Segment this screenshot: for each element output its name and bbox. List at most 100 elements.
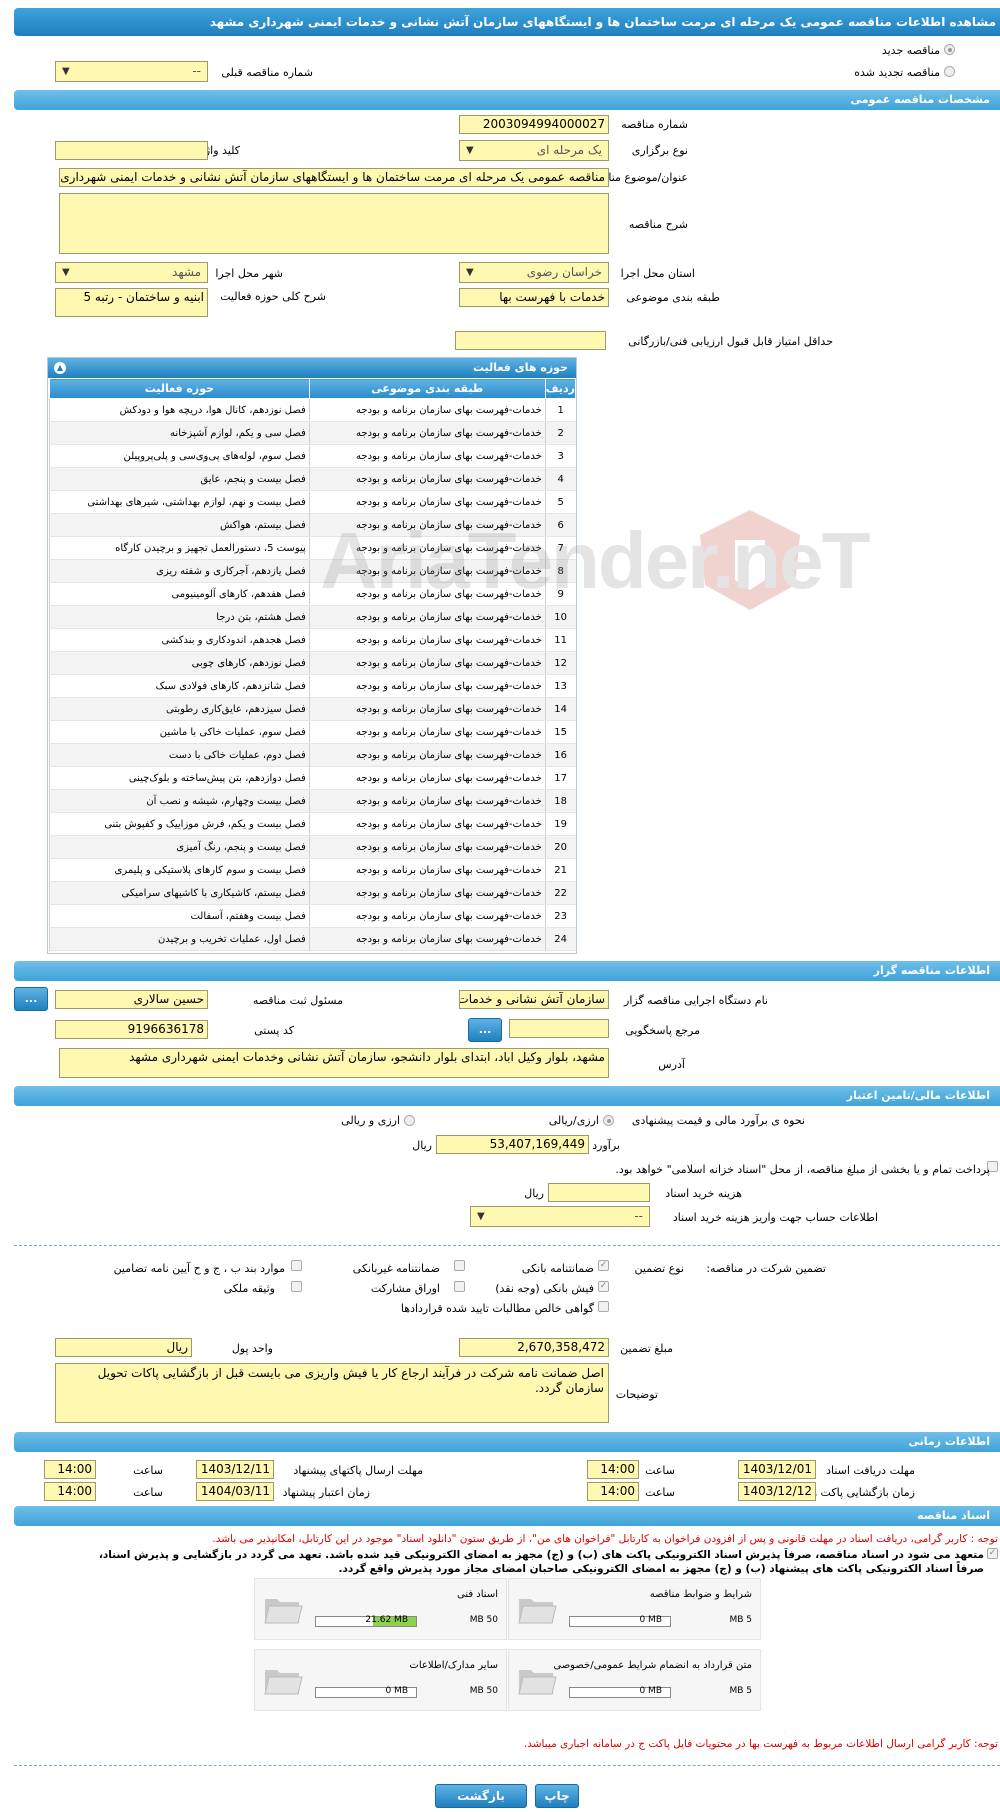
activity-grid: حوزه های فعالیت ▲ ردیف طبقه بندی موضوعی ح… [47,357,577,954]
organizer-more-button[interactable]: ... [14,987,48,1011]
holding-type-select[interactable]: یک مرحله ای ▼ [459,140,609,161]
commitment-checkbox[interactable]: ✓ [987,1548,998,1559]
description-field[interactable] [59,193,609,254]
table-row: 18 خدمات-فهرست بهای سازمان برنامه و بودجه… [49,789,576,813]
reference-lookup-button[interactable]: ... [468,1018,502,1042]
guarantee-check-4[interactable]: ✓ [598,1281,609,1292]
new-tender-radio[interactable] [944,44,955,55]
row-number-cell: 16 [544,743,576,767]
min-score-field[interactable] [455,331,606,350]
method-radio-2[interactable] [404,1115,415,1126]
keyword-field[interactable] [55,141,208,160]
reference-field[interactable] [509,1019,609,1038]
scope-field[interactable]: ابنیه و ساختمان - رتبه 5 [55,288,208,317]
file-tile[interactable]: اسناد فنی 50 MB 21.62 MB [254,1578,507,1640]
file-tile[interactable]: سایر مدارک/اطلاعات 50 MB 0 MB [254,1649,507,1711]
renewed-tender-radio[interactable] [944,66,955,77]
chevron-down-icon: ▼ [62,267,70,278]
notes-field[interactable]: اصل ضمانت نامه شرکت در فرآیند ارجاع کار … [55,1363,609,1423]
validity-field[interactable]: 1404/03/11 [196,1482,274,1501]
classification-cell: خدمات-فهرست بهای سازمان برنامه و بودجه [308,743,546,767]
prev-number-select[interactable]: -- ▼ [55,61,208,82]
activity-cell: فصل بیستم، کاشیکاری با کاشیهای سرامیکی [49,881,310,905]
org-field[interactable]: سازمان آتش نشانی و خدمات ایمنی [459,990,609,1009]
print-button[interactable]: چاپ [535,1784,579,1808]
responsible-field[interactable]: حسین سالاری [55,990,208,1009]
watermark: AriaTender.neT [190,505,870,615]
col-row: ردیف [544,378,577,399]
currency-field[interactable]: ریال [55,1338,192,1357]
row-number-cell: 15 [544,720,576,744]
validity-label: زمان اعتبار پیشنهاد [282,1486,370,1499]
table-row: 16 خدمات-فهرست بهای سازمان برنامه و بودجه… [49,743,576,767]
validity-time-field[interactable]: 14:00 [44,1482,96,1501]
table-row: 24 خدمات-فهرست بهای سازمان برنامه و بودجه… [49,927,576,951]
category-field[interactable]: خدمات با فهرست بها [459,288,609,307]
guarantee-check-6[interactable] [291,1281,302,1292]
table-row: 17 خدمات-فهرست بهای سازمان برنامه و بودجه… [49,766,576,790]
chevron-down-icon: ▼ [466,145,474,156]
documents-notice: توجه : کاربر گرامی، دریافت اسناد در مهلت… [212,1533,998,1545]
estimate-field[interactable]: 53,407,169,449 [436,1135,589,1154]
section-finance: اطلاعات مالی/تامین اعتبار [14,1086,1000,1106]
file-name: شرایط و ضوابط مناقصه [649,1589,752,1600]
file-used-size: 0 MB [639,1686,662,1696]
activity-cell: فصل بیست و سوم کارهای پلاستیکی و پلیمری [49,858,310,882]
city-select[interactable]: مشهد ▼ [55,262,208,283]
receive-deadline-label: مهلت دریافت اسناد [826,1464,915,1477]
guarantee-check-5[interactable] [454,1281,465,1292]
row-number-cell: 1 [544,398,576,422]
receive-time-field[interactable]: 14:00 [587,1460,639,1479]
postal-code-field[interactable]: 9196636178 [55,1020,208,1039]
account-select[interactable]: -- ▼ [470,1206,650,1227]
notes-label: توضیحات [615,1388,658,1401]
row-number-cell: 19 [544,812,576,836]
tender-number-field[interactable]: 2003094994000027 [459,115,609,134]
guarantee-check-1[interactable]: ✓ [598,1260,609,1271]
table-row: 20 خدمات-فهرست بهای سازمان برنامه و بودجه… [49,835,576,859]
subject-field[interactable]: مناقصه عمومی یک مرحله ای مرمت ساختمان ها… [59,168,609,187]
activity-cell: فصل بیست و پنجم، رنگ آمیزی [49,835,310,859]
file-used-size: 0 MB [639,1615,662,1625]
send-deadline-field[interactable]: 1403/12/11 [196,1460,274,1479]
section-general: مشخصات مناقصه عمومی [14,90,1000,110]
province-select[interactable]: خراسان رضوی ▼ [459,262,609,283]
row-number-cell: 20 [544,835,576,859]
col-classification: طبقه بندی موضوعی [308,378,546,399]
collapse-icon[interactable]: ▲ [54,362,66,374]
activity-cell: فصل سی و یکم، لوازم آشپزخانه [49,421,310,445]
opening-time-field[interactable]: 14:00 [587,1482,639,1501]
file-tile[interactable]: متن قرارداد به انضمام شرایط عمومی/خصوصی 5… [508,1649,761,1711]
row-number-cell: 18 [544,789,576,813]
activity-table: ردیف طبقه بندی موضوعی حوزه فعالیت 1 خدمات… [49,378,577,951]
guarantee-amount-field[interactable]: 2,670,358,472 [459,1338,609,1357]
activity-cell: فصل بیست و یکم، فرش موزاییک و کفپوش بتنی [49,812,310,836]
method-radio-1[interactable] [603,1115,614,1126]
address-field[interactable]: مشهد، بلوار وکیل اباد، ابتدای بلوار دانش… [59,1048,609,1078]
file-tile[interactable]: شرایط و ضوابط مناقصه 5 MB 0 MB [508,1578,761,1640]
send-time-field[interactable]: 14:00 [44,1460,96,1479]
table-row: 15 خدمات-فهرست بهای سازمان برنامه و بودجه… [49,720,576,744]
province-label: استان محل اجرا [620,267,695,280]
watermark-text: AriaTender.neT [320,516,870,605]
doc-fee-label: هزینه خرید اسناد [665,1187,742,1200]
org-label: نام دستگاه اجرایی مناقصه گزار [624,994,768,1007]
guarantee-check-3[interactable] [291,1260,302,1271]
opening-field[interactable]: 1403/12/12 [738,1482,816,1501]
holding-type-label: نوع برگزاری [631,144,688,157]
guarantee-option-3: موارد بند ب ، ج و ح آیین نامه تضامین [113,1262,285,1275]
account-value: -- [634,1209,643,1223]
guarantee-check-7[interactable] [598,1301,609,1312]
opening-time-label: ساعت [645,1486,675,1499]
guarantee-check-2[interactable] [454,1260,465,1271]
address-label: آدرس [658,1058,685,1071]
category-label: طبقه بندی موضوعی [626,291,720,304]
back-button[interactable]: بازگشت [435,1784,527,1808]
receive-deadline-field[interactable]: 1403/12/01 [738,1460,816,1479]
row-number-cell: 14 [544,697,576,721]
receive-time-label: ساعت [645,1464,675,1477]
classification-cell: خدمات-فهرست بهای سازمان برنامه و بودجه [308,421,546,445]
classification-cell: خدمات-فهرست بهای سازمان برنامه و بودجه [308,651,546,675]
doc-fee-field[interactable] [548,1183,650,1202]
table-row: 2 خدمات-فهرست بهای سازمان برنامه و بودجه ف… [49,421,576,445]
